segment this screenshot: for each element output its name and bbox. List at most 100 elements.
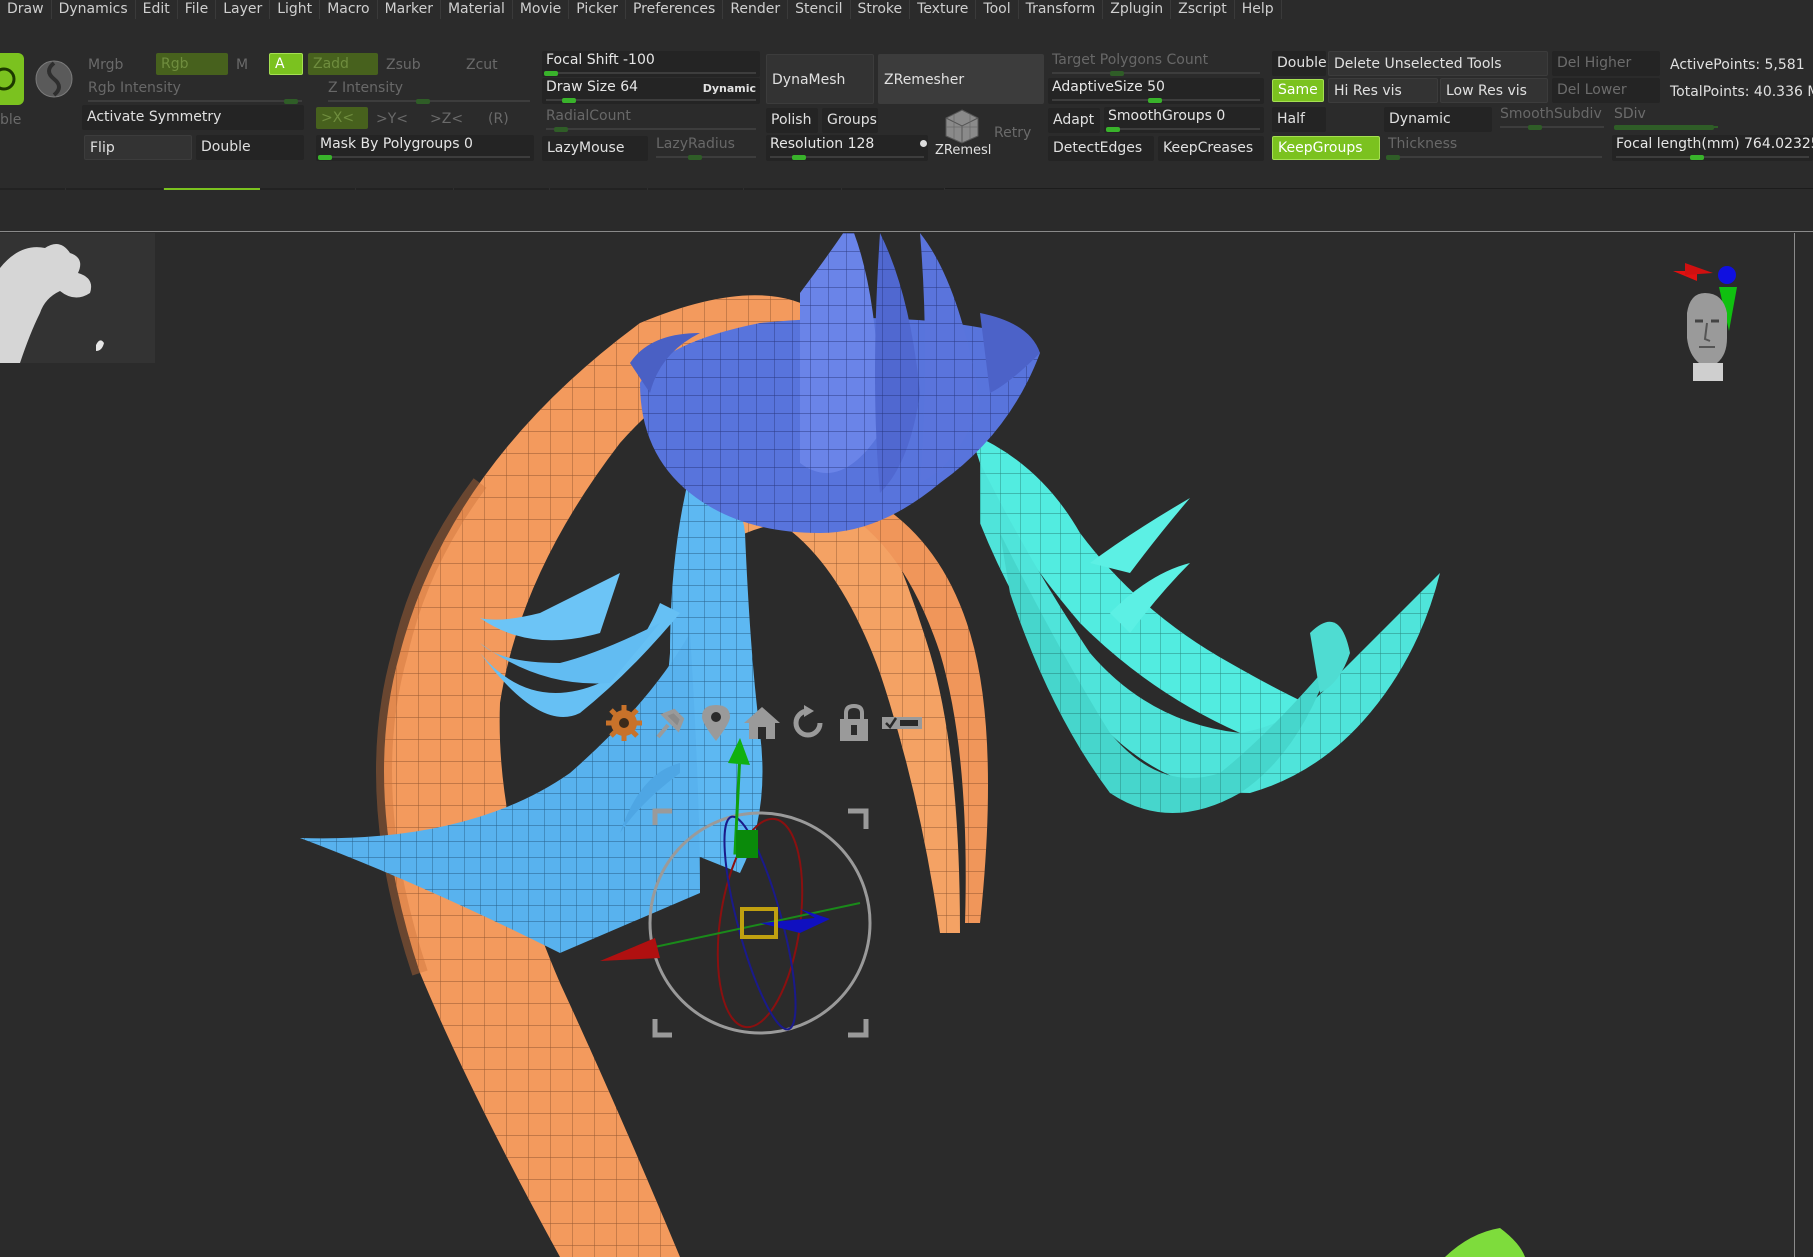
menu-macro[interactable]: Macro [320, 0, 378, 19]
same-toggle[interactable]: Same [1272, 79, 1324, 102]
a-toggle[interactable]: A [269, 53, 303, 75]
mrgb-toggle[interactable]: Mrgb [88, 55, 123, 75]
z-intensity-knob[interactable] [416, 99, 430, 104]
green-subtool-fragment[interactable] [1445, 1228, 1525, 1257]
double-symmetry-button[interactable]: Double [196, 135, 304, 160]
activate-symmetry-button[interactable]: Activate Symmetry [82, 105, 304, 130]
rgb-toggle[interactable]: Rgb [156, 53, 228, 75]
menu-zplugin[interactable]: Zplugin [1103, 0, 1172, 19]
zremesher-button[interactable]: ZRemesher [878, 54, 1044, 104]
retry-button[interactable]: Retry [994, 123, 1031, 143]
menu-help[interactable]: Help [1235, 0, 1282, 19]
menu-movie[interactable]: Movie [513, 0, 570, 19]
dynamesh-button[interactable]: DynaMesh [766, 54, 874, 104]
zremesher-cube-icon[interactable] [942, 108, 982, 144]
adapt-button[interactable]: Adapt [1048, 108, 1100, 133]
menu-edit[interactable]: Edit [136, 0, 178, 19]
low-res-vis-button[interactable]: Low Res vis [1440, 78, 1548, 103]
reset-icon[interactable] [788, 703, 828, 743]
zcut-toggle[interactable]: Zcut [466, 55, 498, 75]
del-higher-button[interactable]: Del Higher [1552, 51, 1660, 76]
menu-picker[interactable]: Picker [569, 0, 626, 19]
toggle-icon[interactable] [880, 703, 924, 743]
thickness-knob[interactable] [1386, 155, 1400, 160]
polish-button[interactable]: Polish [766, 108, 818, 133]
material-icon[interactable] [34, 59, 74, 99]
menu-preferences[interactable]: Preferences [626, 0, 724, 19]
r-axis-toggle[interactable]: (R) [488, 109, 509, 129]
lazymouse-button[interactable]: LazyMouse [542, 136, 648, 161]
menu-marker[interactable]: Marker [378, 0, 441, 19]
double-subdiv-button[interactable]: Double [1272, 51, 1327, 76]
rgb-intensity-slider[interactable]: Rgb Intensity [84, 79, 306, 105]
menu-render[interactable]: Render [723, 0, 789, 19]
rgb-intensity-knob[interactable] [284, 99, 298, 104]
cyan-hair-strand[interactable] [970, 433, 1440, 813]
target-polygons-knob[interactable] [1110, 71, 1124, 76]
draw-size-knob[interactable] [562, 98, 576, 103]
menu-stencil[interactable]: Stencil [788, 0, 851, 19]
del-lower-button[interactable]: Del Lower [1552, 78, 1660, 103]
zadd-toggle[interactable]: Zadd [308, 53, 378, 75]
menu-file[interactable]: File [178, 0, 217, 19]
x-axis-toggle[interactable]: >X< [316, 107, 368, 129]
adaptive-size-knob[interactable] [1148, 98, 1162, 103]
viewport-canvas[interactable] [0, 233, 1795, 1257]
resolution-slider[interactable]: Resolution 128 [766, 135, 928, 161]
menu-layer[interactable]: Layer [216, 0, 271, 19]
smooth-subdiv-knob[interactable] [1528, 125, 1542, 130]
smooth-subdiv-slider[interactable]: SmoothSubdiv [1496, 105, 1608, 131]
target-polygons-slider[interactable]: Target Polygons Count [1048, 51, 1264, 77]
groups-button[interactable]: Groups [822, 108, 878, 133]
half-button[interactable]: Half [1272, 107, 1326, 132]
focal-length-slider[interactable]: Focal length(mm) 764.02325 [1612, 135, 1813, 161]
menu-stroke[interactable]: Stroke [851, 0, 911, 19]
sdiv-slider[interactable]: SDiv [1610, 105, 1722, 131]
location-icon[interactable] [696, 703, 736, 743]
focal-shift-knob[interactable] [544, 71, 558, 76]
mask-by-polygroups-slider[interactable]: Mask By Polygroups 0 [316, 135, 534, 161]
mesh-model[interactable] [0, 233, 1795, 1257]
smooth-groups-knob[interactable] [1106, 127, 1120, 132]
focal-shift-slider[interactable]: Focal Shift -100 [542, 51, 760, 77]
menu-draw[interactable]: Draw [0, 0, 52, 19]
resolution-knob[interactable] [792, 155, 806, 160]
brush-icon[interactable] [0, 53, 24, 105]
keep-groups-toggle[interactable]: KeepGroups [1272, 136, 1380, 160]
z-axis-toggle[interactable]: >Z< [430, 109, 463, 129]
focal-length-knob[interactable] [1690, 155, 1704, 160]
dynamic-subdiv-button[interactable]: Dynamic [1384, 107, 1492, 132]
sdiv-knob[interactable] [1614, 125, 1714, 130]
mask-by-polygroups-knob[interactable] [318, 155, 332, 160]
blue-hair-crown[interactable] [630, 233, 1040, 533]
lock-icon[interactable] [834, 703, 874, 743]
y-axis-toggle[interactable]: >Y< [376, 109, 408, 129]
detect-edges-button[interactable]: DetectEdges [1048, 136, 1154, 161]
menu-zscript[interactable]: Zscript [1171, 0, 1235, 19]
lazyradius-slider[interactable]: LazyRadius [652, 135, 760, 161]
lazyradius-knob[interactable] [688, 155, 702, 160]
delete-unselected-tools-button[interactable]: Delete Unselected Tools [1328, 51, 1548, 76]
dynamic-size-toggle[interactable]: Dynamic [703, 82, 756, 95]
menu-light[interactable]: Light [270, 0, 321, 19]
adaptive-size-slider[interactable]: AdaptiveSize 50 [1048, 78, 1264, 104]
radial-count-knob[interactable] [554, 127, 568, 132]
z-intensity-slider[interactable]: Z Intensity [324, 79, 534, 105]
flip-button[interactable]: Flip [84, 135, 192, 160]
draw-size-slider[interactable]: Draw Size 64 Dynamic [542, 78, 760, 104]
menu-tool[interactable]: Tool [976, 0, 1019, 19]
keep-creases-button[interactable]: KeepCreases [1158, 136, 1264, 161]
smooth-groups-slider[interactable]: SmoothGroups 0 [1104, 107, 1264, 133]
home-icon[interactable] [742, 703, 782, 743]
m-toggle[interactable]: M [236, 55, 248, 75]
radial-count-slider[interactable]: RadialCount [542, 107, 760, 133]
pin-icon[interactable] [650, 703, 690, 743]
menu-transform[interactable]: Transform [1019, 0, 1104, 19]
menu-texture[interactable]: Texture [910, 0, 977, 19]
zsub-toggle[interactable]: Zsub [386, 55, 421, 75]
thickness-slider[interactable]: Thickness [1384, 135, 1606, 161]
hi-res-vis-button[interactable]: Hi Res vis [1328, 78, 1438, 103]
menu-material[interactable]: Material [441, 0, 513, 19]
gear-icon[interactable] [604, 703, 644, 743]
menu-dynamics[interactable]: Dynamics [52, 0, 136, 19]
